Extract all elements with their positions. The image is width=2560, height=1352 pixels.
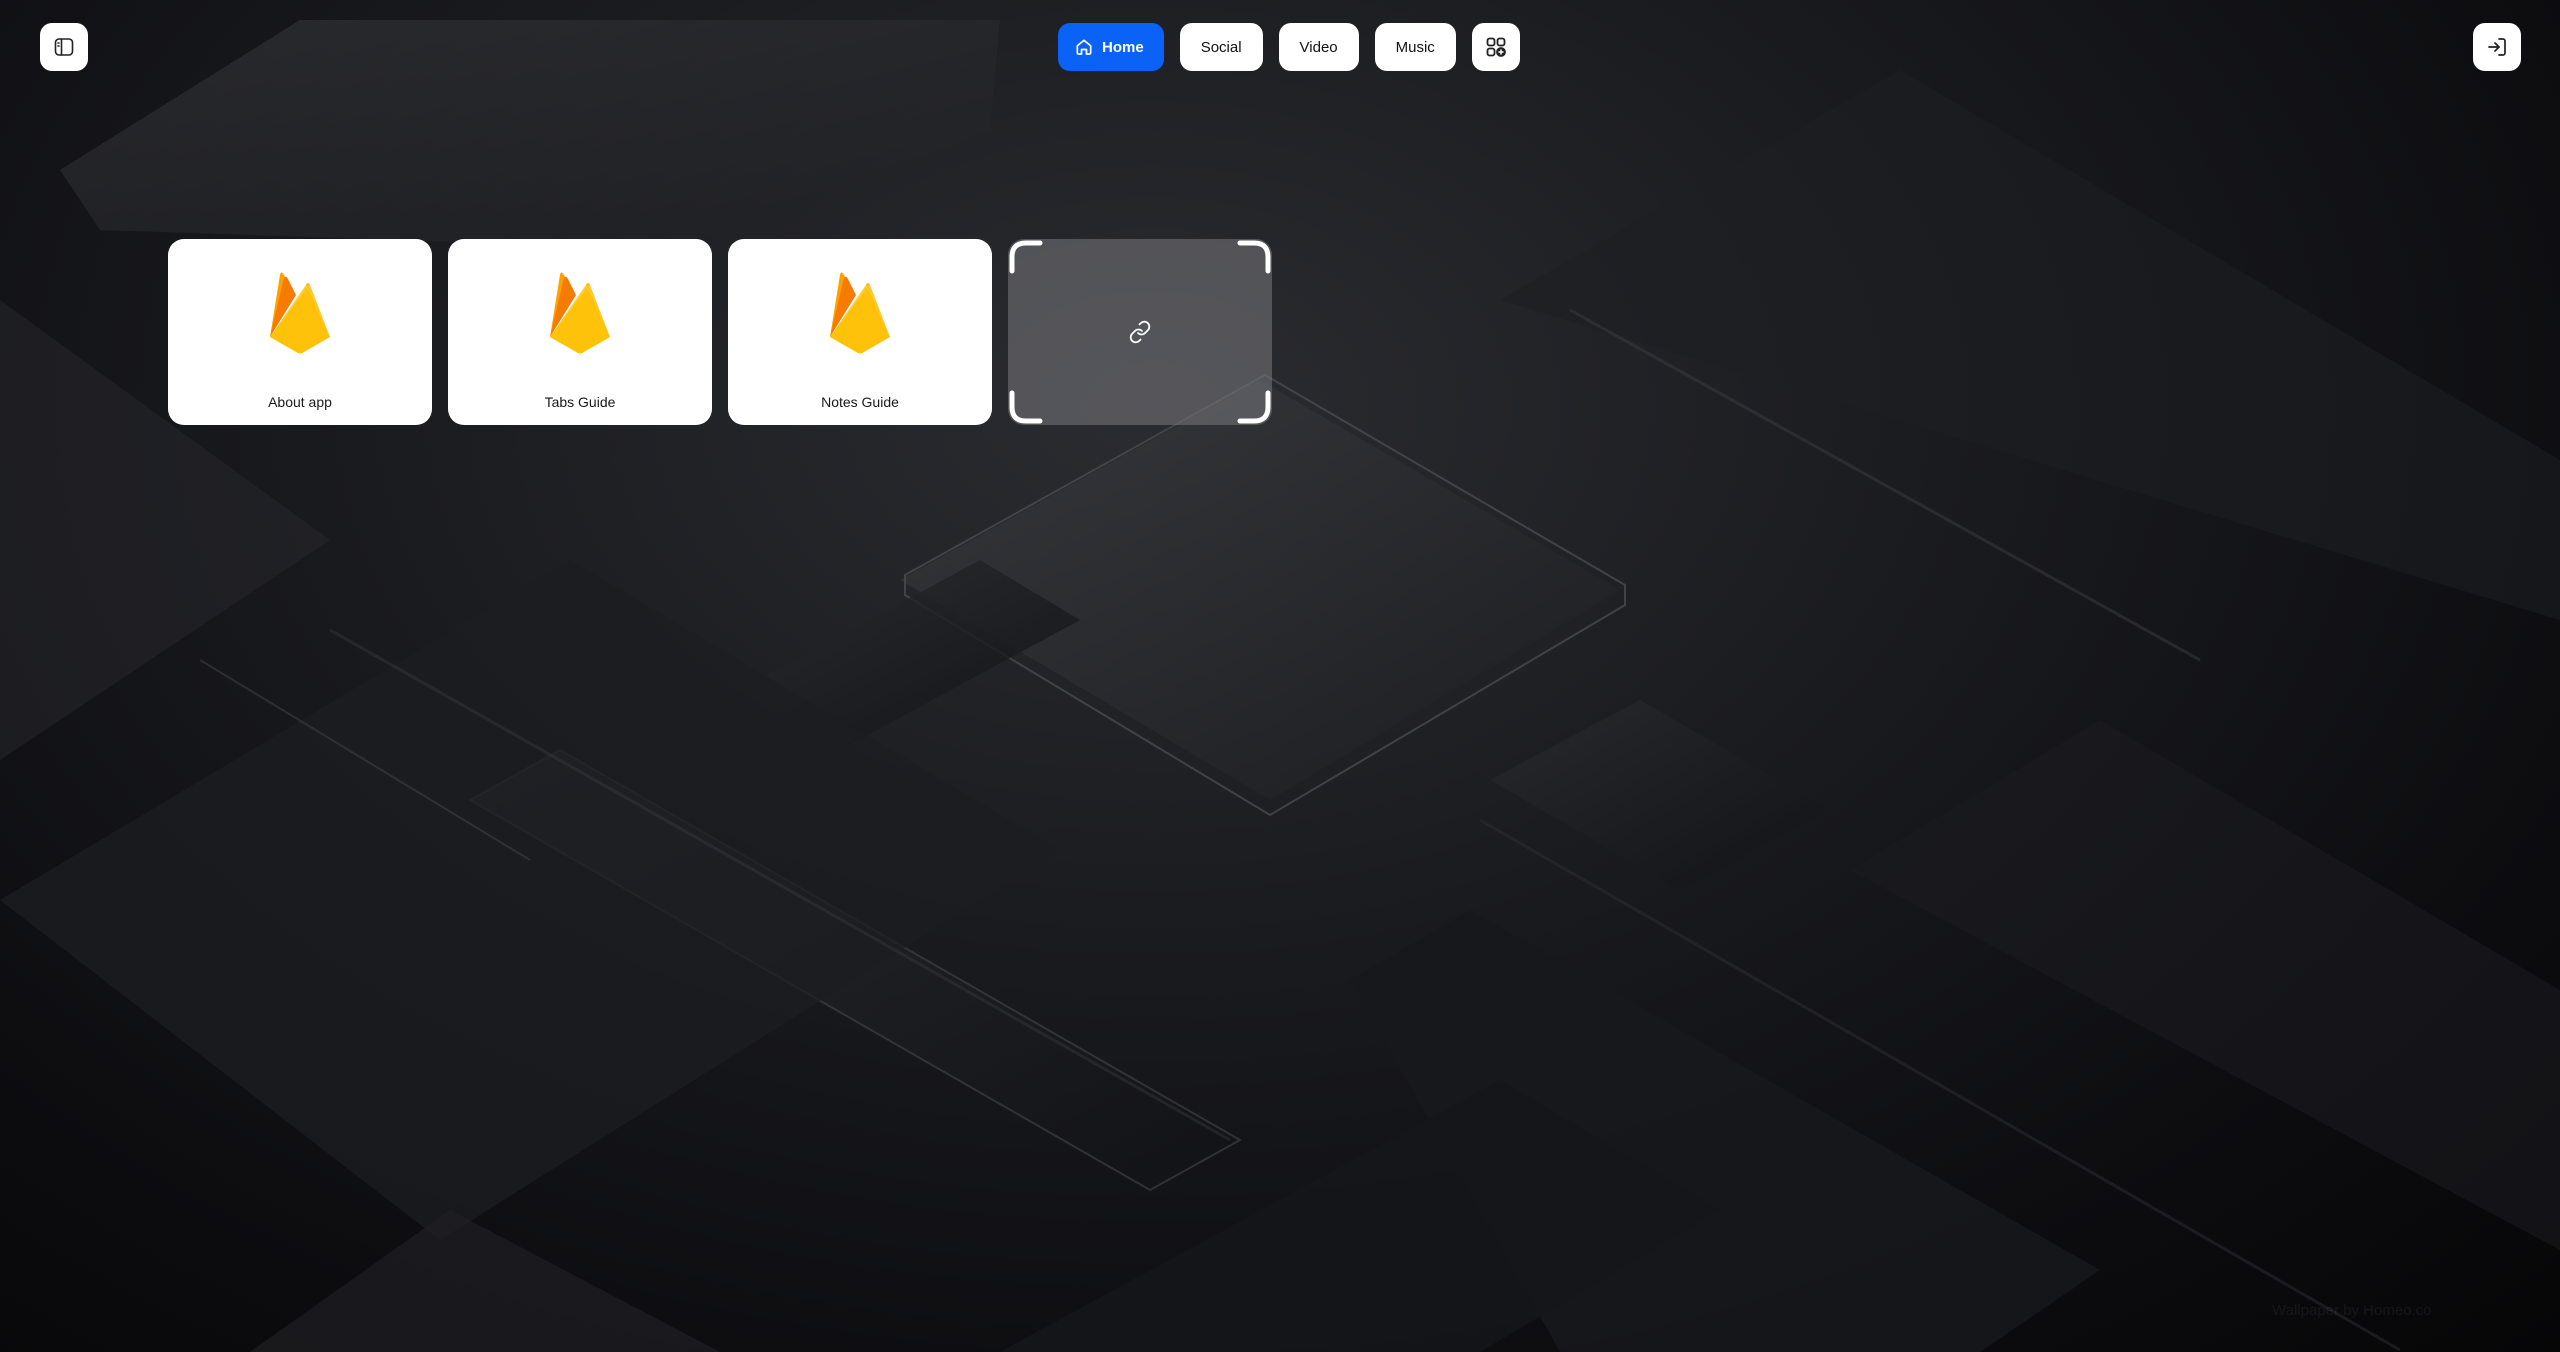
tab-video[interactable]: Video bbox=[1278, 23, 1359, 71]
shortcut-label: Tabs Guide bbox=[544, 394, 616, 410]
shortcut-label: About app bbox=[268, 394, 332, 410]
sidebar-toggle-button[interactable] bbox=[40, 23, 88, 71]
firebase-logo-icon bbox=[830, 272, 890, 354]
wallpaper-credit: Wallpaper by Homeo.co bbox=[2272, 1302, 2432, 1319]
firebase-logo-icon bbox=[270, 272, 330, 354]
top-tab-bar: Home Social Video Music bbox=[1058, 23, 1520, 71]
shortcut-label: Notes Guide bbox=[821, 394, 899, 410]
tab-home-label: Home bbox=[1102, 38, 1144, 56]
tab-home[interactable]: Home bbox=[1058, 23, 1164, 71]
firebase-logo-icon bbox=[550, 272, 610, 354]
apps-button[interactable] bbox=[1471, 23, 1520, 71]
add-shortcut-tile[interactable] bbox=[1008, 239, 1272, 425]
shortcut-tile-tabs-guide[interactable]: Tabs Guide bbox=[448, 239, 712, 425]
tab-music-label: Music bbox=[1395, 38, 1435, 56]
shortcut-tile-about-app[interactable]: About app bbox=[168, 239, 432, 425]
link-icon bbox=[1129, 320, 1151, 344]
background-wallpaper bbox=[0, 0, 2560, 1352]
tab-social[interactable]: Social bbox=[1179, 23, 1263, 71]
tab-music[interactable]: Music bbox=[1374, 23, 1456, 71]
tab-video-label: Video bbox=[1299, 38, 1338, 56]
home-icon bbox=[1076, 39, 1092, 55]
sign-in-button[interactable] bbox=[2473, 23, 2521, 71]
shortcut-grid: About app Tabs Guide Notes Guide bbox=[168, 239, 1272, 425]
sign-in-icon bbox=[2488, 38, 2506, 56]
shortcut-tile-notes-guide[interactable]: Notes Guide bbox=[728, 239, 992, 425]
tab-social-label: Social bbox=[1200, 38, 1242, 56]
sidebar-panel-icon bbox=[54, 38, 74, 56]
apps-grid-add-icon bbox=[1486, 37, 1506, 57]
